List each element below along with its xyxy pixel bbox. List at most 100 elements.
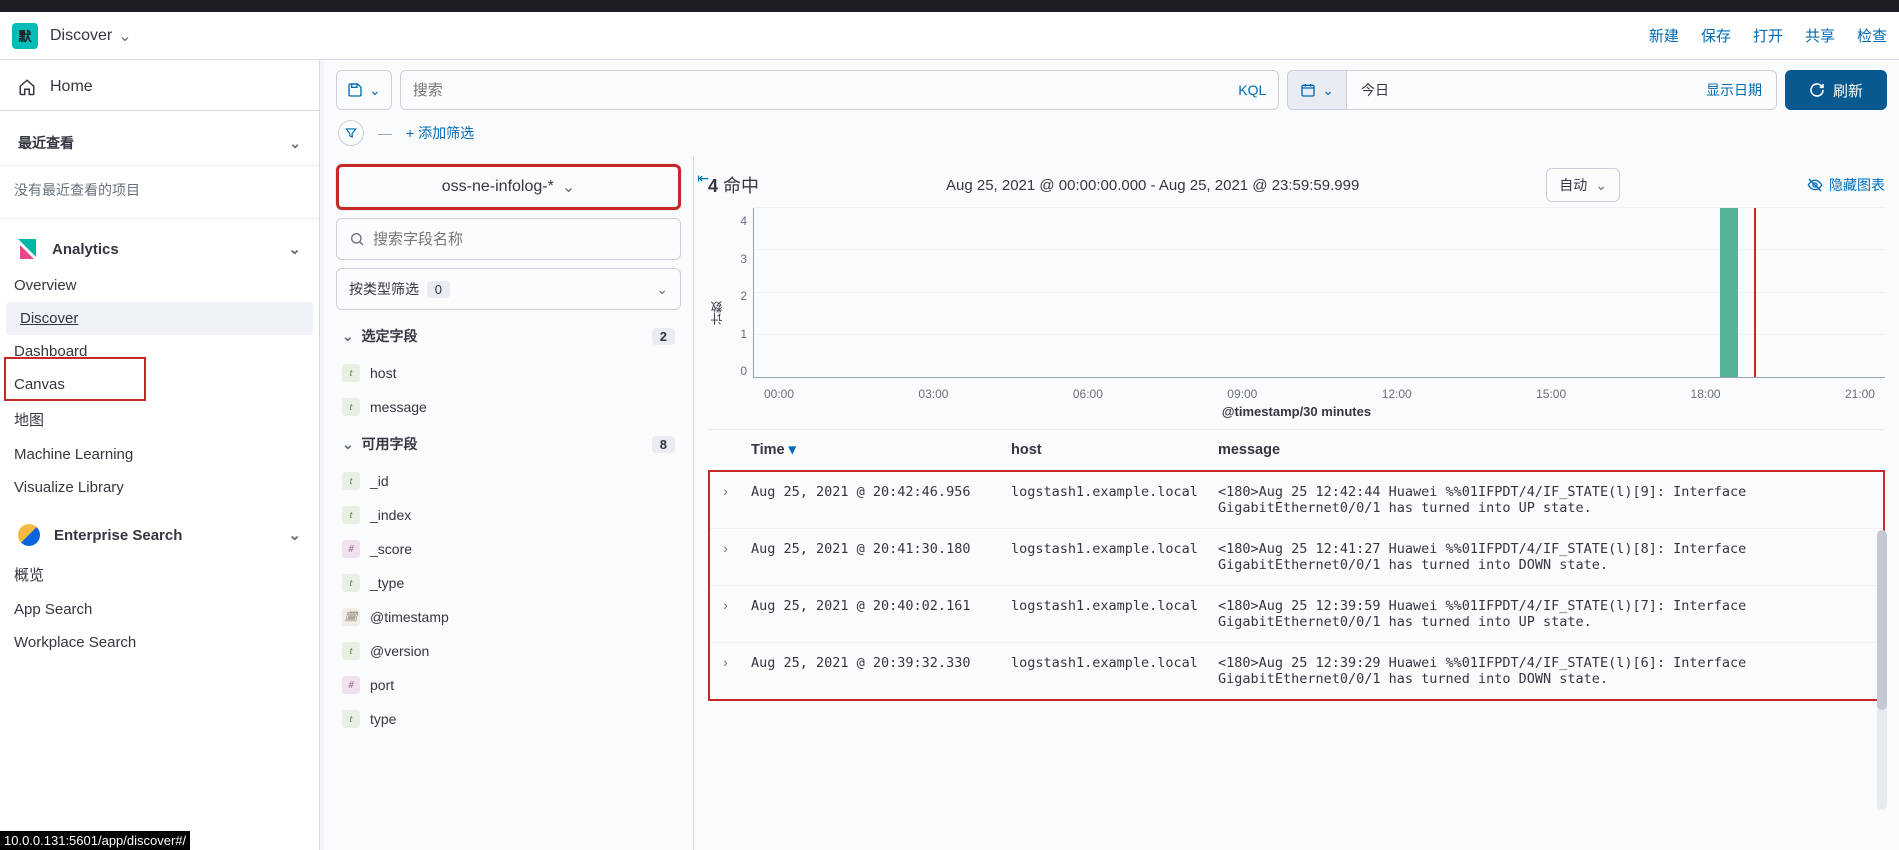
text-type-icon: t (342, 642, 360, 660)
field-item[interactable]: t_index (324, 498, 693, 532)
cell-message: <180>Aug 25 12:41:27 Huawei %%01IFPDT/4/… (1208, 529, 1884, 586)
filter-menu-button[interactable] (338, 120, 364, 146)
date-range-display[interactable]: 今日 显示日期 (1347, 70, 1777, 110)
field-item[interactable]: #_score (324, 532, 693, 566)
col-time[interactable]: Time ▾ (741, 430, 1001, 471)
nav-maps[interactable]: 地图 (0, 401, 319, 438)
chevron-down-icon: ⌄ (342, 328, 354, 344)
cell-message: <180>Aug 25 12:42:44 Huawei %%01IFPDT/4/… (1208, 471, 1884, 529)
cell-host: logstash1.example.local (1001, 586, 1208, 643)
cell-host: logstash1.example.local (1001, 471, 1208, 529)
interval-label: 自动 (1559, 175, 1587, 195)
recent-section[interactable]: 最近查看 ⌄ (0, 121, 319, 166)
field-item[interactable]: 🗓@timestamp (324, 600, 693, 634)
number-type-icon: # (342, 540, 360, 558)
results-content: 4 命中 Aug 25, 2021 @ 00:00:00.000 - Aug 2… (694, 156, 1899, 850)
text-type-icon: t (342, 574, 360, 592)
kql-toggle[interactable]: KQL (1238, 82, 1266, 98)
field-name: type (370, 711, 396, 727)
index-pattern-select[interactable]: oss-ne-infolog-* ⌄ (336, 164, 681, 210)
type-filter-count: 0 (427, 281, 450, 298)
x-tick: 03:00 (918, 387, 948, 401)
hide-chart-label: 隐藏图表 (1829, 175, 1885, 195)
refresh-icon (1809, 82, 1825, 98)
open-link[interactable]: 打开 (1753, 25, 1783, 46)
share-link[interactable]: 共享 (1805, 25, 1835, 46)
breadcrumb-app[interactable]: Discover ⌄ (50, 26, 132, 46)
table-row: ›Aug 25, 2021 @ 20:41:30.180logstash1.ex… (709, 529, 1884, 586)
new-link[interactable]: 新建 (1649, 25, 1679, 46)
available-fields-header[interactable]: ⌄ 可用字段 8 (324, 424, 693, 464)
add-filter-link[interactable]: + 添加筛选 (406, 123, 474, 143)
field-type-filter[interactable]: 按类型筛选 0 ⌄ (336, 268, 681, 310)
nav-ent-overview[interactable]: 概览 (0, 556, 319, 593)
app-logo[interactable]: 默 (12, 23, 38, 49)
query-toolbar: ⌄ KQL ⌄ 今日 显示日期 刷新 (324, 60, 1899, 120)
saved-query-button[interactable]: ⌄ (336, 70, 392, 110)
cell-host: logstash1.example.local (1001, 529, 1208, 586)
breadcrumb-app-label: Discover (50, 27, 112, 45)
search-icon (349, 231, 365, 247)
date-quick-button[interactable]: ⌄ (1287, 70, 1347, 110)
histogram-chart[interactable]: 计数 43210 00:0003:0006:0009:0012:0015:001… (708, 208, 1885, 418)
nav-ml[interactable]: Machine Learning (0, 438, 319, 471)
field-item[interactable]: t_type (324, 566, 693, 600)
hide-chart-link[interactable]: 隐藏图表 (1807, 175, 1885, 195)
type-filter-label: 按类型筛选 (349, 281, 419, 297)
nav-app-search[interactable]: App Search (0, 593, 319, 626)
field-item[interactable]: t message (324, 390, 693, 424)
field-item[interactable]: t_id (324, 464, 693, 498)
cell-message: <180>Aug 25 12:39:29 Huawei %%01IFPDT/4/… (1208, 643, 1884, 701)
show-dates-link[interactable]: 显示日期 (1706, 80, 1762, 100)
nav-dashboard[interactable]: Dashboard (0, 335, 319, 368)
field-item[interactable]: thost (324, 356, 693, 390)
expand-row-button[interactable]: › (709, 529, 741, 586)
refresh-button[interactable]: 刷新 (1785, 70, 1887, 110)
date-type-icon: 🗓 (342, 608, 360, 626)
expand-row-button[interactable]: › (709, 586, 741, 643)
interval-select[interactable]: 自动 ⌄ (1546, 168, 1620, 202)
field-item[interactable]: ttype (324, 702, 693, 736)
date-quick-label: 今日 (1361, 80, 1389, 100)
analytics-section[interactable]: Analytics ⌄ (0, 229, 319, 269)
filter-icon (344, 126, 358, 140)
col-message[interactable]: message (1208, 430, 1884, 471)
nav-sidebar: Home 最近查看 ⌄ 没有最近查看的项目 Analytics ⌄ Overvi… (0, 60, 320, 850)
chevron-down-icon: ⌄ (289, 135, 301, 152)
text-type-icon: t (342, 398, 360, 416)
home-icon (18, 78, 36, 96)
search-input-wrap[interactable]: KQL (400, 70, 1280, 110)
field-search-input[interactable] (373, 231, 668, 248)
nav-canvas[interactable]: Canvas (0, 368, 319, 401)
analytics-title: Analytics (52, 241, 119, 258)
field-item[interactable]: t@version (324, 634, 693, 668)
nav-home-label: Home (50, 78, 93, 96)
nav-home[interactable]: Home (0, 68, 319, 111)
chart-marker (1754, 208, 1756, 377)
x-tick: 09:00 (1227, 387, 1257, 401)
expand-row-button[interactable]: › (709, 643, 741, 701)
inspect-link[interactable]: 检查 (1857, 25, 1887, 46)
chart-bar[interactable] (1720, 208, 1738, 377)
collapse-fields-button[interactable]: ⇤ (697, 170, 709, 187)
nav-overview[interactable]: Overview (0, 269, 319, 302)
date-range-text: Aug 25, 2021 @ 00:00:00.000 - Aug 25, 20… (946, 177, 1359, 194)
col-host[interactable]: host (1001, 430, 1208, 471)
selected-fields-header[interactable]: ⌄ 选定字段 2 (324, 316, 693, 356)
nav-discover[interactable]: Discover (6, 302, 313, 335)
scrollbar[interactable] (1877, 530, 1887, 810)
field-item[interactable]: #port (324, 668, 693, 702)
nav-workplace-search[interactable]: Workplace Search (0, 626, 319, 659)
x-tick: 00:00 (764, 387, 794, 401)
field-search[interactable] (336, 218, 681, 260)
save-link[interactable]: 保存 (1701, 25, 1731, 46)
kibana-icon (18, 239, 38, 259)
enterprise-section[interactable]: Enterprise Search ⌄ (0, 514, 319, 556)
text-type-icon: t (342, 472, 360, 490)
search-input[interactable] (413, 82, 1239, 99)
nav-visualize[interactable]: Visualize Library (0, 471, 319, 504)
expand-row-button[interactable]: › (709, 471, 741, 529)
field-name: message (370, 399, 427, 415)
table-row: ›Aug 25, 2021 @ 20:39:32.330logstash1.ex… (709, 643, 1884, 701)
chevron-down-icon: ⌄ (1595, 177, 1607, 194)
